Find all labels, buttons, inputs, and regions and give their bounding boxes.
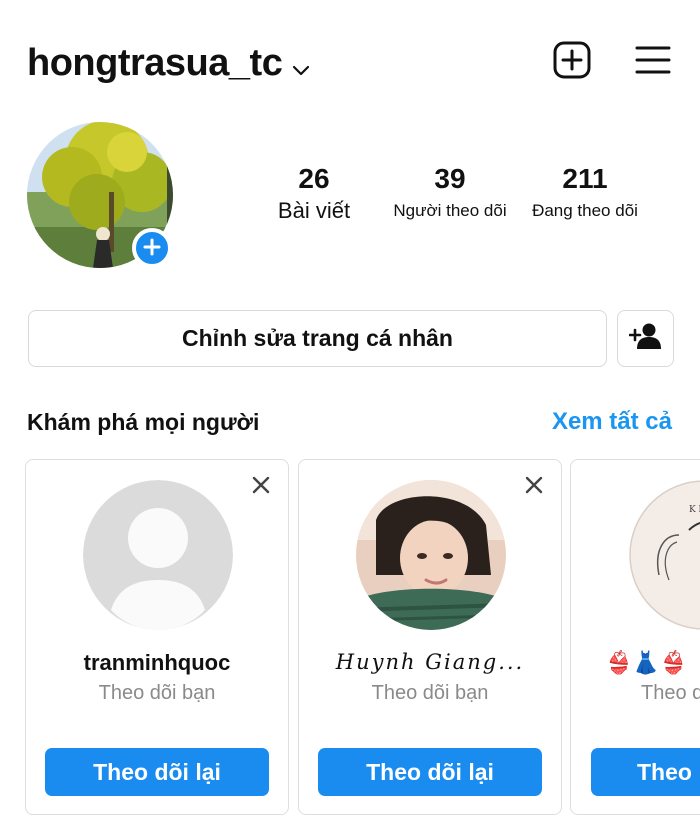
svg-text:K h a .: K h a . — [689, 505, 700, 515]
hamburger-menu-icon — [635, 45, 671, 80]
suggestion-username[interactable]: Huynh Giang... — [299, 650, 561, 674]
follow-back-button[interactable]: Theo dõi lại — [318, 748, 542, 796]
follow-back-button[interactable]: Theo dõi lại — [45, 748, 269, 796]
suggestion-avatar[interactable]: K h a . — [629, 480, 700, 630]
followers-stat[interactable]: 39 Người theo dõi — [388, 162, 512, 226]
following-stat[interactable]: 211 Đang theo dõi — [522, 162, 648, 226]
posts-label: Bài viết — [277, 198, 351, 223]
new-post-icon — [553, 41, 591, 84]
suggestion-subtitle: Theo dõi bạn — [98, 682, 216, 704]
followers-count: 39 — [434, 163, 466, 194]
plus-icon — [142, 235, 162, 261]
follow-back-button[interactable]: Theo — [591, 748, 700, 796]
profile-section: 26 Bài viết 39 Người theo dõi 211 Đang t… — [0, 120, 700, 285]
dismiss-suggestion-button[interactable] — [248, 474, 274, 500]
suggestion-card[interactable]: K h a . 👙👗👙 Theo d Theo — [570, 459, 700, 815]
suggestion-card[interactable]: tranminhquoc Theo dõi bạn Theo dõi lại — [25, 459, 289, 815]
suggestion-username[interactable]: tranminhquoc — [26, 650, 288, 676]
suggestion-subtitle: Theo dõi bạn — [371, 682, 489, 704]
posts-stat[interactable]: 26 Bài viết — [262, 162, 366, 226]
see-all-link[interactable]: Xem tất cả — [552, 408, 672, 436]
discover-people-button[interactable] — [617, 310, 674, 367]
edit-profile-button[interactable]: Chỉnh sửa trang cá nhân — [28, 310, 607, 367]
add-story-button[interactable] — [132, 228, 172, 268]
top-bar: hongtrasua_tc — [0, 0, 700, 120]
new-post-button[interactable] — [552, 41, 592, 84]
suggestion-card[interactable]: Huynh Giang... Theo dõi bạn Theo dõi lại — [298, 459, 562, 815]
username-label: hongtrasua_tc — [27, 42, 283, 84]
close-icon — [252, 476, 270, 499]
suggestion-subtitle: Theo d — [641, 682, 700, 704]
discover-people-title: Khám phá mọi người — [27, 409, 260, 435]
suggestion-username[interactable]: 👙👗👙 — [605, 650, 700, 676]
default-avatar[interactable] — [83, 480, 233, 630]
add-person-icon — [628, 322, 663, 355]
dismiss-suggestion-button[interactable] — [521, 474, 547, 500]
account-switcher[interactable]: hongtrasua_tc — [27, 40, 310, 87]
chevron-down-icon — [292, 44, 310, 87]
suggestion-avatar[interactable] — [356, 480, 506, 630]
close-icon — [525, 476, 543, 499]
following-count: 211 — [562, 163, 608, 194]
menu-button[interactable] — [633, 42, 673, 82]
posts-count: 26 — [298, 163, 330, 194]
profile-actions: Chỉnh sửa trang cá nhân — [0, 310, 700, 368]
followers-label: Người theo dõi — [393, 201, 507, 220]
following-label: Đang theo dõi — [532, 201, 638, 220]
